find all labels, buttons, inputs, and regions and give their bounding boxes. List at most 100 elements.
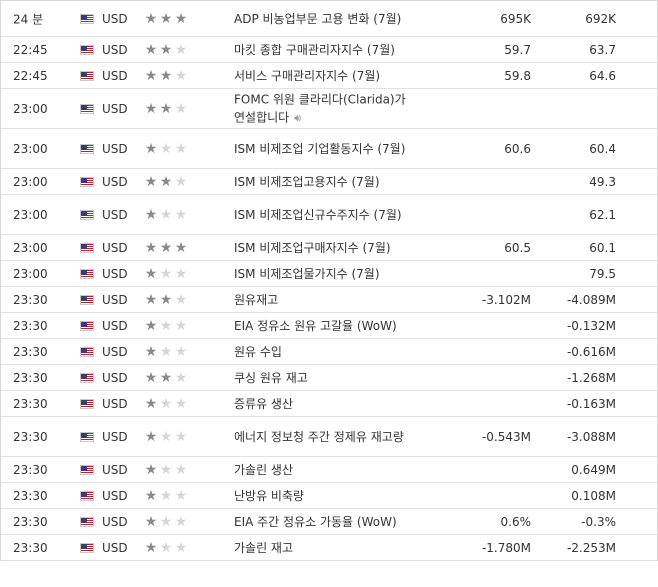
star-filled-icon: ★ <box>159 369 174 386</box>
event-time: 23:00 <box>13 141 48 156</box>
star-filled-icon: ★ <box>144 369 159 386</box>
star-filled-icon: ★ <box>144 428 159 445</box>
event-row[interactable]: 23:00 USD ★★★ FOMC 위원 클라리다(Clarida)가 연설합니다 🔊… <box>1 89 657 129</box>
star-filled-icon: ★ <box>159 10 174 27</box>
us-flag-icon <box>80 209 94 220</box>
us-flag-icon <box>80 143 94 154</box>
us-flag-icon <box>80 176 94 187</box>
star-filled-icon: ★ <box>144 291 159 308</box>
event-row[interactable]: 23:30 USD ★★★ EIA 주간 정유소 가동율 (WoW) 0.6% -0.3% <box>1 509 657 535</box>
currency-code: USD <box>102 174 128 189</box>
forecast-value: 60.4 <box>589 141 616 156</box>
us-flag-icon <box>80 268 94 279</box>
star-filled-icon: ★ <box>144 461 159 478</box>
event-time: 23:30 <box>13 514 48 529</box>
star-empty-icon: ★ <box>159 461 174 478</box>
event-name-link[interactable]: ISM 비제조업고용지수 (7월) <box>234 173 416 191</box>
event-name-link[interactable]: 원유 수입 <box>234 343 416 361</box>
event-name-link[interactable]: 원유재고 <box>234 291 416 309</box>
star-empty-icon: ★ <box>159 140 174 157</box>
event-row[interactable]: 23:30 USD ★★★ 증류유 생산 -0.163M <box>1 391 657 417</box>
us-flag-icon <box>80 490 94 501</box>
event-row[interactable]: 23:00 USD ★★★ ISM 비제조업신규수주지수 (7월) 62.1 <box>1 195 657 235</box>
forecast-value: -2.253M <box>566 540 616 555</box>
event-name: ADP 비농업부문 고용 변화 (7월) <box>234 11 402 26</box>
forecast-value: 60.1 <box>589 240 616 255</box>
event-row[interactable]: 24 분 USD ★★★ ADP 비농업부문 고용 변화 (7월) 695K 692K <box>1 1 657 37</box>
importance-stars: ★★★ <box>144 430 189 444</box>
event-row[interactable]: 23:00 USD ★★★ ISM 비제조업 기업활동지수 (7월) 60.6 60.4 <box>1 129 657 169</box>
star-filled-icon: ★ <box>174 10 189 27</box>
star-empty-icon: ★ <box>174 461 189 478</box>
event-time: 23:30 <box>13 344 48 359</box>
importance-stars: ★★★ <box>144 43 189 57</box>
star-empty-icon: ★ <box>174 395 189 412</box>
event-row[interactable]: 23:30 USD ★★★ EIA 정유소 원유 고갈율 (WoW) -0.132M <box>1 313 657 339</box>
star-empty-icon: ★ <box>159 395 174 412</box>
importance-stars: ★★★ <box>144 319 189 333</box>
currency-code: USD <box>102 292 128 307</box>
event-row[interactable]: 23:30 USD ★★★ 가솔린 생산 0.649M <box>1 457 657 483</box>
forecast-value: 62.1 <box>589 207 616 222</box>
event-time: 23:00 <box>13 101 48 116</box>
event-name: 난방유 비축량 <box>234 488 305 503</box>
importance-stars: ★★★ <box>144 371 189 385</box>
event-row[interactable]: 23:00 USD ★★★ ISM 비제조업물가지수 (7월) 79.5 <box>1 261 657 287</box>
event-row[interactable]: 23:30 USD ★★★ 원유 수입 -0.616M <box>1 339 657 365</box>
event-row[interactable]: 22:45 USD ★★★ 마킷 종합 구매관리자지수 (7월) 59.7 63.7 <box>1 37 657 63</box>
event-name: 원유재고 <box>234 292 279 307</box>
currency-code: USD <box>102 42 128 57</box>
star-filled-icon: ★ <box>144 206 159 223</box>
event-name: EIA 주간 정유소 가동율 (WoW) <box>234 514 397 529</box>
star-filled-icon: ★ <box>159 239 174 256</box>
event-row[interactable]: 23:00 USD ★★★ ISM 비제조업구매자지수 (7월) 60.5 60.1 <box>1 235 657 261</box>
event-row[interactable]: 23:30 USD ★★★ 가솔린 재고 -1.780M -2.253M <box>1 535 657 561</box>
currency-code: USD <box>102 344 128 359</box>
event-time: 23:30 <box>13 540 48 555</box>
event-name-link[interactable]: 증류유 생산 <box>234 395 416 413</box>
currency-code: USD <box>102 141 128 156</box>
star-empty-icon: ★ <box>159 317 174 334</box>
currency-code: USD <box>102 396 128 411</box>
event-time: 23:00 <box>13 207 48 222</box>
event-name-link[interactable]: FOMC 위원 클라리다(Clarida)가 연설합니다 🔊︎ <box>234 90 416 127</box>
event-name-link[interactable]: EIA 주간 정유소 가동율 (WoW) <box>234 513 416 531</box>
star-empty-icon: ★ <box>174 539 189 556</box>
event-name-link[interactable]: 가솔린 생산 <box>234 461 416 479</box>
event-name: 증류유 생산 <box>234 396 294 411</box>
event-name-link[interactable]: ISM 비제조업 기업활동지수 (7월) <box>234 140 416 158</box>
event-row[interactable]: 23:30 USD ★★★ 쿠싱 원유 재고 -1.268M <box>1 365 657 391</box>
event-row[interactable]: 22:45 USD ★★★ 서비스 구매관리자지수 (7월) 59.8 64.6 <box>1 63 657 89</box>
event-name-link[interactable]: 에너지 정보청 주간 정제유 재고량 <box>234 428 416 446</box>
event-row[interactable]: 23:00 USD ★★★ ISM 비제조업고용지수 (7월) 49.3 <box>1 169 657 195</box>
event-name-link[interactable]: 난방유 비축량 <box>234 487 416 505</box>
event-row[interactable]: 23:30 USD ★★★ 난방유 비축량 0.108M <box>1 483 657 509</box>
event-name-link[interactable]: ISM 비제조업물가지수 (7월) <box>234 265 416 283</box>
event-name-link[interactable]: 서비스 구매관리자지수 (7월) <box>234 67 416 85</box>
event-time: 23:30 <box>13 462 48 477</box>
star-filled-icon: ★ <box>144 317 159 334</box>
event-time: 23:30 <box>13 370 48 385</box>
event-name-link[interactable]: 쿠싱 원유 재고 <box>234 369 416 387</box>
star-filled-icon: ★ <box>144 10 159 27</box>
event-row[interactable]: 23:30 USD ★★★ 원유재고 -3.102M -4.089M <box>1 287 657 313</box>
star-filled-icon: ★ <box>144 265 159 282</box>
star-empty-icon: ★ <box>159 265 174 282</box>
importance-stars: ★★★ <box>144 541 189 555</box>
forecast-value: 0.649M <box>571 462 616 477</box>
importance-stars: ★★★ <box>144 397 189 411</box>
star-filled-icon: ★ <box>144 41 159 58</box>
us-flag-icon <box>80 372 94 383</box>
forecast-value: -0.132M <box>566 318 616 333</box>
event-name-link[interactable]: 가솔린 재고 <box>234 539 416 557</box>
star-filled-icon: ★ <box>144 487 159 504</box>
event-row[interactable]: 23:30 USD ★★★ 에너지 정보청 주간 정제유 재고량 -0.543M -3.0… <box>1 417 657 457</box>
event-name-link[interactable]: ADP 비농업부문 고용 변화 (7월) <box>234 10 416 28</box>
event-name-link[interactable]: ISM 비제조업신규수주지수 (7월) <box>234 206 416 224</box>
event-name-link[interactable]: 마킷 종합 구매관리자지수 (7월) <box>234 41 416 59</box>
forecast-value: -3.088M <box>566 429 616 444</box>
actual-value: -1.780M <box>481 540 531 555</box>
event-name: 원유 수입 <box>234 344 282 359</box>
event-name-link[interactable]: ISM 비제조업구매자지수 (7월) <box>234 239 416 257</box>
event-name-link[interactable]: EIA 정유소 원유 고갈율 (WoW) <box>234 317 416 335</box>
